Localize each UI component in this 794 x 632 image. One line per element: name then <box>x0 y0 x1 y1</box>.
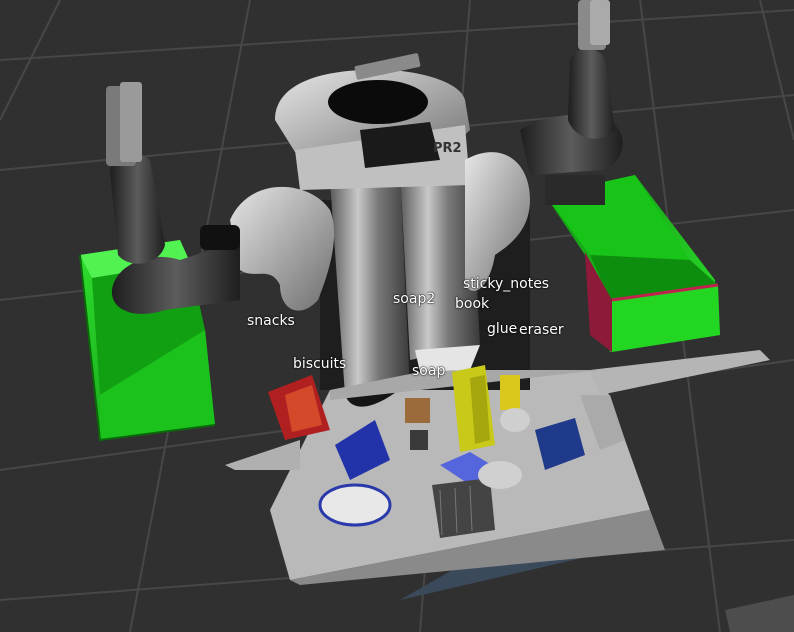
label-book: book <box>455 296 490 312</box>
head-logo: PR2 <box>433 141 462 156</box>
scene-render: PR2 <box>0 0 794 632</box>
label-soap: soap <box>412 363 446 379</box>
floor-object <box>725 595 794 632</box>
label-soap2: soap2 <box>393 291 436 307</box>
label-sticky-notes: sticky_notes <box>463 276 550 292</box>
3d-viewport[interactable]: PR2 sticky_notes soap2 book snacks glue … <box>0 0 794 632</box>
label-eraser: eraser <box>519 322 564 338</box>
label-glue: glue <box>487 321 518 337</box>
label-biscuits: biscuits <box>293 356 347 372</box>
label-snacks: snacks <box>247 313 295 329</box>
